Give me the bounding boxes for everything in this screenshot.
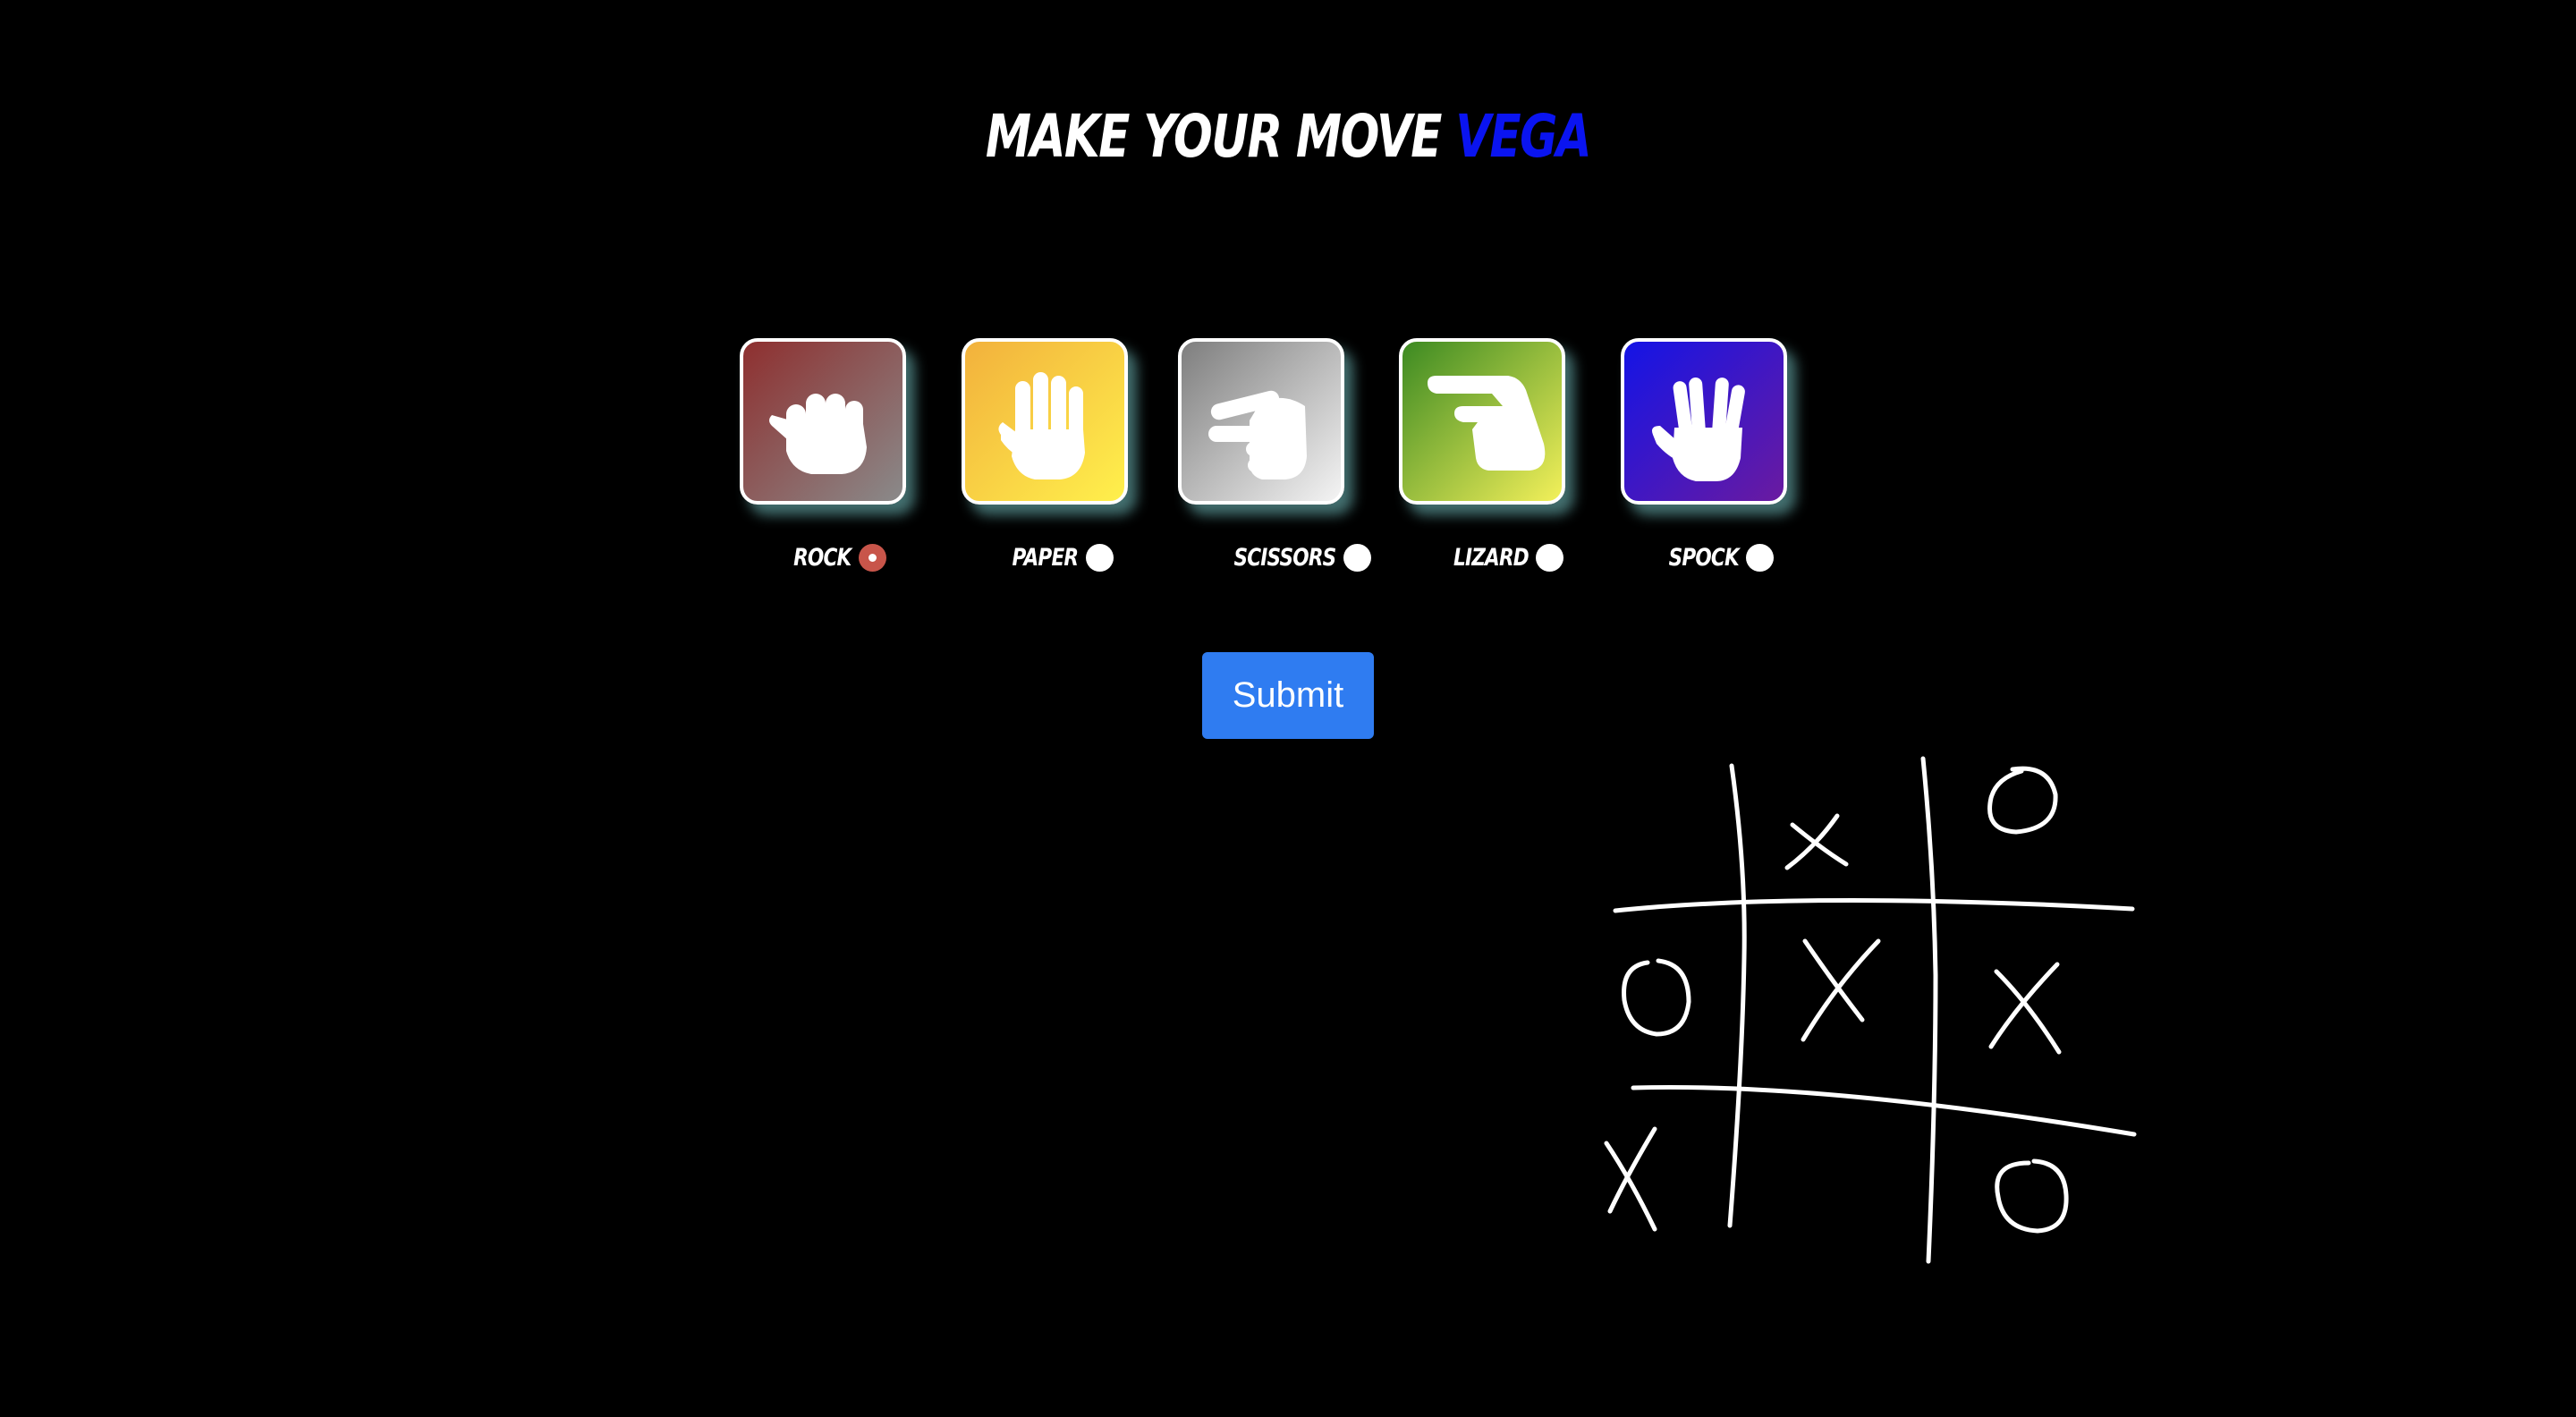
grid-line (1631, 1084, 2137, 1137)
page-title: Make your move Vega (284, 97, 2292, 177)
x-mark (1784, 813, 1849, 870)
rock-label: Rock (793, 544, 852, 572)
paper-tile-button[interactable] (962, 338, 1128, 505)
lizard-hand-icon (1428, 376, 1546, 471)
lizard-label-row: Lizard (1435, 544, 1564, 580)
open-hand-icon (998, 372, 1085, 479)
scissors-radio[interactable] (1343, 544, 1371, 572)
spock-radio[interactable] (1746, 544, 1775, 572)
paper-label-row: Paper (996, 544, 1114, 580)
o-mark (1995, 1158, 2069, 1234)
o-mark (1987, 766, 2058, 835)
paper-label: Paper (1012, 544, 1079, 572)
x-mark (1801, 938, 1881, 1042)
lizard-tile-button[interactable] (1399, 338, 1565, 505)
spock-label: Spock (1668, 544, 1740, 572)
x-mark (1988, 962, 2062, 1055)
scissors-hand-icon (1208, 390, 1307, 479)
rock-label-row: Rock (779, 544, 886, 580)
scissors-tile-button[interactable] (1178, 338, 1344, 505)
rock-tile-button[interactable] (740, 338, 906, 505)
lizard-radio[interactable] (1536, 544, 1564, 572)
paper-radio[interactable] (1085, 544, 1114, 572)
grid-line (1727, 763, 1747, 1228)
scissors-label: Scissors (1233, 544, 1336, 572)
tic-tac-toe-chalk-icon (1604, 756, 2137, 1264)
o-mark (1622, 958, 1691, 1037)
grid-line (1920, 756, 1938, 1264)
lizard-label: Lizard (1453, 544, 1530, 572)
rock-radio[interactable] (858, 544, 886, 572)
fist-icon (769, 394, 867, 474)
title-prefix: Make your move (985, 102, 1443, 171)
player-name: Vega (1455, 102, 1591, 171)
spock-tile-button[interactable] (1621, 338, 1787, 505)
submit-button[interactable]: Submit (1202, 652, 1374, 739)
grid-line (1613, 897, 2135, 913)
vulcan-salute-icon (1652, 378, 1745, 481)
spock-label-row: Spock (1651, 544, 1775, 580)
x-mark (1604, 1126, 1657, 1232)
scissors-label-row: Scissors (1208, 544, 1371, 580)
